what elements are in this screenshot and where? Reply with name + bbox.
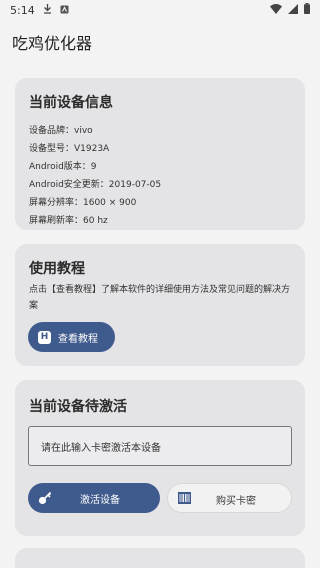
device-info-list: 设备品牌：vivo 设备型号：V1923A Android版本：9 Androi… <box>29 122 291 230</box>
status-bar: 5:14 <box>0 0 320 20</box>
device-brand-row: 设备品牌：vivo <box>29 126 93 136</box>
view-tutorial-button[interactable]: H 查看教程 <box>28 322 115 352</box>
buy-card-key-label: 购买卡密 <box>216 496 256 507</box>
status-bar-left: 5:14 <box>10 3 69 17</box>
card-key-input[interactable]: 请在此输入卡密激活本设备 <box>28 426 292 466</box>
card-key-placeholder: 请在此输入卡密激活本设备 <box>41 442 161 454</box>
activation-card: 当前设备待激活 请在此输入卡密激活本设备 激活设备 购买卡密 <box>15 380 305 536</box>
android-version-row: Android版本：9 <box>29 162 97 172</box>
app-title: 吃鸡优化器 <box>12 34 93 53</box>
buy-card-key-button[interactable]: 购买卡密 <box>167 483 292 513</box>
device-info-title: 当前设备信息 <box>29 95 113 111</box>
signal-icon <box>288 3 298 17</box>
wifi-icon <box>270 3 282 17</box>
view-tutorial-label: 查看教程 <box>58 333 98 345</box>
download-icon <box>43 3 52 17</box>
security-update-row: Android安全更新：2019-07-05 <box>29 180 162 190</box>
device-model-row: 设备型号：V1923A <box>29 144 110 154</box>
tutorial-description: 点击【查看教程】了解本软件的详细使用方法及常见问题的解决方案 <box>29 285 291 311</box>
status-time: 5:14 <box>10 3 35 17</box>
notification-app-icon <box>60 4 69 17</box>
barcode-icon <box>178 492 191 507</box>
tutorial-h-icon: H <box>38 330 51 344</box>
screen-resolution-row: 屏幕分辨率：1600 × 900 <box>29 198 137 208</box>
tutorial-card: 使用教程 点击【查看教程】了解本软件的详细使用方法及常见问题的解决方案 H 查看… <box>15 244 305 366</box>
refresh-rate-row: 屏幕刷新率：60 hz <box>29 216 108 226</box>
activate-device-button[interactable]: 激活设备 <box>28 483 160 513</box>
battery-icon <box>304 3 310 17</box>
status-bar-right <box>270 3 310 17</box>
device-info-card: 当前设备信息 设备品牌：vivo 设备型号：V1923A Android版本：9… <box>15 78 305 230</box>
activate-device-label: 激活设备 <box>80 495 120 506</box>
tutorial-title: 使用教程 <box>29 261 85 277</box>
key-icon <box>38 491 52 508</box>
next-card <box>15 548 305 568</box>
activation-title: 当前设备待激活 <box>29 399 127 415</box>
